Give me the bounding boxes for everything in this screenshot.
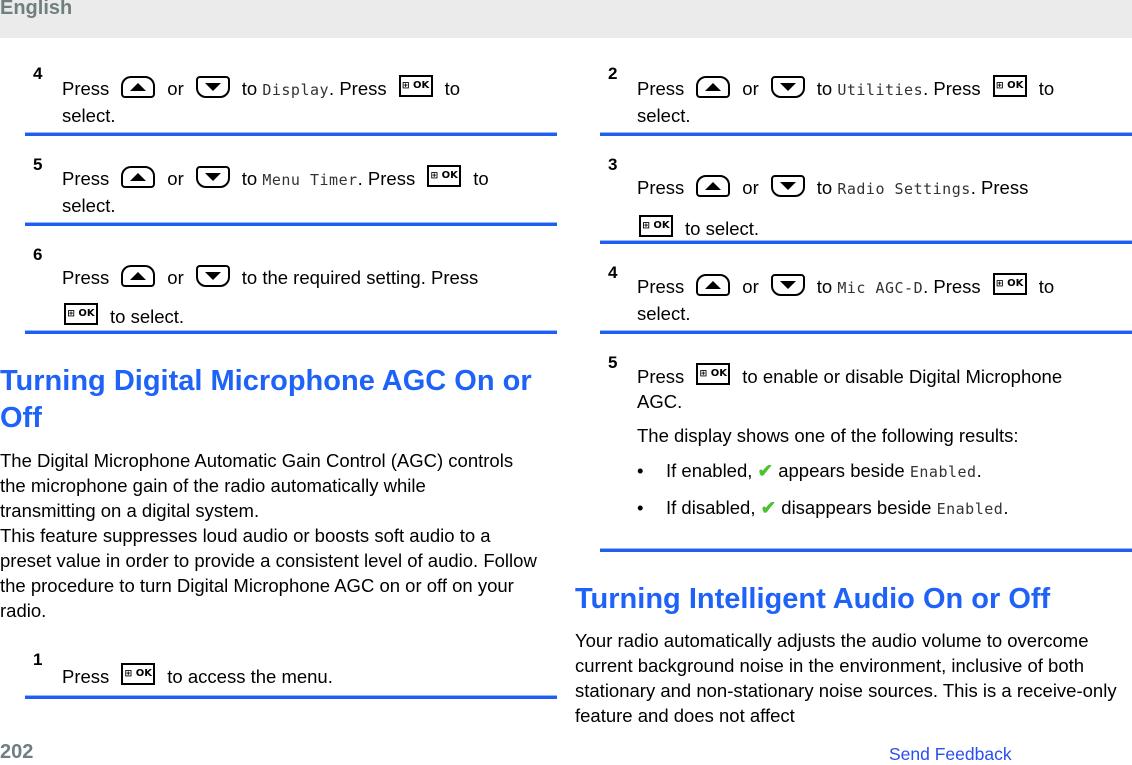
text: to (473, 168, 489, 189)
section-title-digital-mic-agc: Turning Digital Microphone AGC On or Off (0, 365, 532, 434)
step-5-enable-disable: 5 Press ⊞ OK to enable or disable Digital … (600, 333, 1132, 552)
text: to (816, 177, 833, 198)
step-number: 3 (608, 155, 618, 174)
down-arrow-key-icon (195, 76, 230, 99)
text: to the required setting. Press (241, 267, 479, 288)
step-5-menu-timer: 5 Press or to Menu Timer. Press ⊞ OK to sele… (25, 135, 557, 226)
intro-paragraph-1: The Digital Microphone Automatic Gain Co… (0, 450, 514, 521)
down-arrow-key-icon (770, 76, 805, 99)
text: to (444, 78, 461, 99)
step-number: 4 (33, 64, 43, 83)
menu-item-name: Enabled (936, 500, 1004, 518)
step-6-required-setting: 6 Press or to the required setting. Press … (25, 225, 557, 334)
down-arrow-key-icon (195, 166, 230, 189)
text: Press (637, 276, 685, 297)
down-arrow-key-icon (770, 175, 805, 198)
menu-ok-key-icon: ⊞ OK (639, 215, 673, 238)
step-number: 2 (608, 64, 618, 83)
text: to select. (110, 306, 185, 327)
text: to (241, 168, 258, 189)
up-arrow-key-icon (696, 175, 731, 198)
result-disabled: If disabled, ✔ disappears beside Enabled… (637, 490, 1008, 527)
menu-ok-key-icon: ⊞ OK (992, 273, 1027, 296)
checkmark-icon: ✔ (760, 497, 777, 518)
text: select. (637, 105, 691, 126)
menu-ok-key-icon: ⊞ OK (992, 75, 1027, 98)
intro-paragraph-2: This feature suppresses loud audio or bo… (0, 525, 537, 621)
text: . Press (970, 177, 1029, 198)
up-arrow-key-icon (121, 265, 156, 288)
down-arrow-key-icon (195, 265, 230, 288)
text: to (1038, 276, 1055, 297)
step-1-access-menu: 1 Press ⊞ OK to access the menu. (25, 626, 557, 699)
text: to select. (685, 218, 760, 239)
text: or (742, 78, 759, 99)
step-number: 5 (608, 353, 618, 372)
top-bar: English (0, 0, 1132, 38)
text: select. (637, 303, 691, 324)
checkmark-icon: ✔ (757, 460, 774, 481)
text: to access the menu. (167, 666, 333, 687)
text: to (816, 78, 833, 99)
text: Press (637, 366, 685, 387)
text: or (742, 276, 759, 297)
result-enabled: If enabled, ✔ appears beside Enabled. (637, 453, 1008, 490)
up-arrow-key-icon (121, 166, 156, 189)
text: to (1038, 78, 1055, 99)
up-arrow-key-icon (696, 274, 731, 297)
step-number: 5 (33, 155, 43, 174)
up-arrow-key-icon (696, 76, 731, 99)
menu-item-name: Utilities (837, 81, 924, 99)
text: Press (637, 78, 685, 99)
text: select. (62, 195, 116, 216)
text: or (742, 177, 759, 198)
step-4-display: 4 Press or to Display. Press ⊞ OK to select. (25, 38, 557, 136)
step-number: 6 (33, 245, 43, 264)
menu-item-name: Radio Settings (837, 180, 971, 198)
page-number: 202 (0, 741, 34, 763)
menu-ok-key-icon: ⊞ OK (427, 165, 462, 188)
step-number: 4 (608, 263, 618, 282)
text: or (167, 267, 184, 288)
result-intro: The display shows one of the following r… (637, 425, 1019, 446)
text: . Press (923, 276, 981, 297)
menu-item-name: Menu Timer (262, 171, 358, 189)
text: to (816, 276, 833, 297)
up-arrow-key-icon (121, 76, 156, 99)
language-label: English (0, 0, 73, 19)
step-2-utilities: 2 Press or to Utilities. Press ⊞ OK to selec… (600, 38, 1132, 136)
text: . Press (923, 78, 981, 99)
text: Press (62, 666, 110, 687)
step-4-mic-agc-d: 4 Press or to Mic AGC-D. Press ⊞ OK to selec… (600, 243, 1132, 334)
step-number: 1 (33, 650, 43, 669)
result-list: If enabled, ✔ appears beside Enabled. If… (637, 453, 1008, 527)
step-3-radio-settings: 3 Press or to Radio Settings. Press ⊞ OK to… (600, 135, 1132, 244)
text: Press (637, 177, 685, 198)
text: Press (62, 267, 110, 288)
text: . Press (329, 78, 387, 99)
text: select. (62, 105, 116, 126)
menu-item-name: Enabled (909, 463, 977, 481)
menu-ok-key-icon: ⊞ OK (64, 303, 98, 326)
menu-item-name: Mic AGC-D (837, 279, 924, 297)
text: . Press (357, 168, 416, 189)
text: Press (62, 168, 110, 189)
text: to enable or disable Digital Microphone (742, 366, 1063, 387)
text: AGC. (637, 391, 683, 413)
menu-ok-key-icon: ⊞ OK (696, 363, 731, 386)
text: or (167, 168, 184, 189)
menu-ok-key-icon: ⊞ OK (121, 663, 156, 686)
section-title-intelligent-audio: Turning Intelligent Audio On or Off (575, 583, 1051, 615)
text: to (241, 78, 258, 99)
intelligent-audio-paragraph: Your radio automatically adjusts the aud… (575, 630, 1117, 726)
text: Press (62, 78, 110, 99)
text: or (167, 78, 184, 99)
down-arrow-key-icon (770, 274, 805, 297)
menu-item-name: Display (262, 81, 330, 99)
menu-ok-key-icon: ⊞ OK (398, 75, 433, 98)
